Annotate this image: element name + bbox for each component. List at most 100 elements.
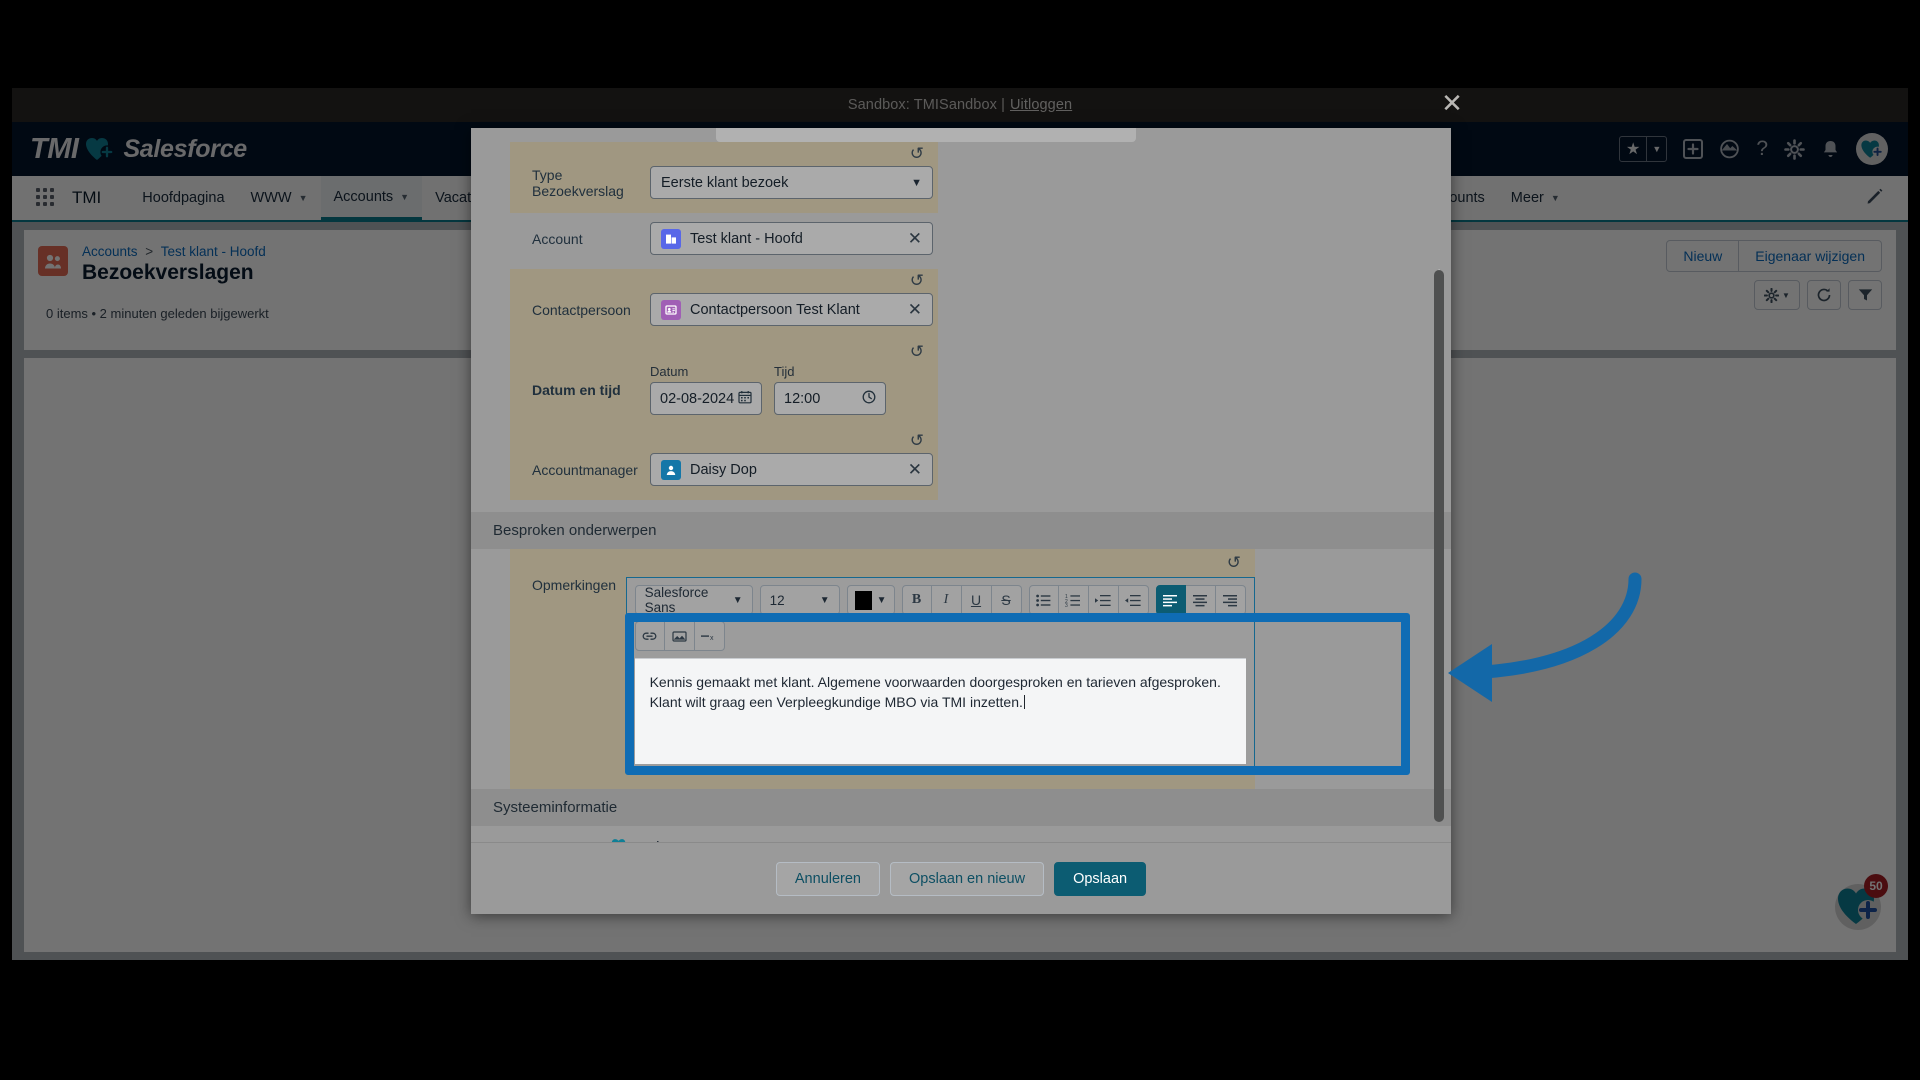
- setup-gear-icon[interactable]: [1784, 138, 1805, 160]
- contactpersoon-lookup[interactable]: Contactpersoon Test Klant ✕: [650, 293, 933, 326]
- nav-item-meer[interactable]: Meer ▼: [1498, 176, 1573, 220]
- svg-text:x: x: [710, 635, 714, 642]
- tmi-chat-widget[interactable]: 50: [1830, 874, 1888, 934]
- undo-icon[interactable]: ↺: [910, 271, 924, 291]
- date-field: Datum 02-08-2024: [650, 364, 762, 415]
- nav-item-www[interactable]: WWW ▼: [238, 176, 321, 220]
- font-size-select[interactable]: 12 ▼: [759, 585, 840, 615]
- eigenaar-wijzigen-button[interactable]: Eigenaar wijzigen: [1739, 240, 1882, 272]
- bulleted-list-icon[interactable]: [1028, 585, 1059, 615]
- clear-icon[interactable]: ✕: [908, 460, 922, 480]
- section-label: Besproken onderwerpen: [493, 522, 657, 539]
- text-color-picker[interactable]: ▼: [846, 585, 895, 615]
- breadcrumb-parent-link[interactable]: Accounts: [82, 244, 138, 259]
- nav-item-hoofdpagina[interactable]: Hoofdpagina: [129, 176, 237, 220]
- app-launcher-icon[interactable]: [36, 188, 56, 208]
- undo-icon[interactable]: ↺: [910, 144, 924, 164]
- nav-item-label: Hoofdpagina: [142, 190, 225, 206]
- nav-item-accounts[interactable]: Accounts ▼: [320, 176, 423, 220]
- clock-icon[interactable]: [862, 390, 876, 408]
- text-cursor: [1023, 695, 1025, 709]
- opslaan-button[interactable]: Opslaan: [1054, 861, 1147, 896]
- breadcrumb-current-link[interactable]: Test klant - Hoofd: [161, 244, 266, 259]
- current-app-name[interactable]: TMI: [72, 188, 101, 208]
- insert-link-icon[interactable]: [634, 621, 665, 651]
- modal-scrollbar-thumb[interactable]: [1434, 270, 1444, 822]
- opslaan-en-nieuw-button[interactable]: Opslaan en nieuw: [890, 861, 1045, 896]
- remove-formatting-icon[interactable]: x: [694, 621, 725, 651]
- refresh-icon[interactable]: [1807, 280, 1841, 310]
- nav-item-label: Accounts: [333, 188, 394, 205]
- nieuw-button[interactable]: Nieuw: [1666, 240, 1740, 272]
- field-label: Contactpersoon: [532, 301, 631, 318]
- close-icon[interactable]: ✕: [1438, 90, 1466, 118]
- date-input[interactable]: 02-08-2024: [650, 382, 762, 415]
- favorites-control[interactable]: ★ ▼: [1619, 136, 1668, 162]
- clear-icon[interactable]: ✕: [908, 229, 922, 249]
- annuleren-button[interactable]: Annuleren: [775, 861, 880, 896]
- align-center-icon[interactable]: [1185, 585, 1216, 615]
- list-indent-group: 123: [1028, 585, 1149, 615]
- field-row: Type Bezoekverslag Eerste klant bezoek ▼: [510, 166, 938, 213]
- contact-record-icon: [661, 299, 681, 320]
- modal-header-partial: [716, 128, 1136, 142]
- pencil-icon[interactable]: [1866, 187, 1884, 209]
- undo-row: ↺: [510, 340, 938, 364]
- global-header-actions: ★ ▼ ?: [1619, 133, 1888, 165]
- svg-text:3: 3: [1065, 603, 1068, 607]
- brand-logo[interactable]: TMI Salesforce: [30, 133, 247, 166]
- text-style-group: B I U S: [901, 585, 1022, 615]
- date-caption: Datum: [650, 364, 689, 379]
- record-actions: Nieuw Eigenaar wijzigen: [1666, 240, 1882, 272]
- undo-icon[interactable]: ↺: [1227, 553, 1241, 573]
- notifications-bell-icon[interactable]: [1821, 139, 1840, 159]
- brand-tmi-text: TMI: [30, 132, 79, 165]
- bold-icon[interactable]: B: [901, 585, 932, 615]
- undo-icon[interactable]: ↺: [910, 431, 924, 451]
- page-title: Bezoekverslagen: [82, 261, 254, 284]
- align-right-icon[interactable]: [1215, 585, 1246, 615]
- field-value: Test klant - Hoofd: [690, 230, 803, 247]
- align-left-icon[interactable]: [1155, 585, 1186, 615]
- add-icon[interactable]: [1683, 139, 1704, 159]
- filter-icon[interactable]: [1848, 280, 1882, 310]
- modal-footer: Annuleren Opslaan en nieuw Opslaan: [471, 842, 1451, 914]
- strikethrough-icon[interactable]: S: [991, 585, 1022, 615]
- indent-icon[interactable]: [1088, 585, 1119, 615]
- rich-text-line: Kennis gemaakt met klant. Algemene voorw…: [649, 674, 1221, 690]
- rich-text-body[interactable]: Kennis gemaakt met klant. Algemene voorw…: [634, 658, 1246, 764]
- numbered-list-icon[interactable]: 123: [1058, 585, 1089, 615]
- undo-icon[interactable]: ↺: [910, 342, 924, 362]
- italic-icon[interactable]: I: [931, 585, 962, 615]
- account-record-icon: [661, 228, 681, 249]
- time-caption: Tijd: [774, 364, 795, 379]
- insert-image-icon[interactable]: [664, 621, 695, 651]
- clear-icon[interactable]: ✕: [908, 300, 922, 320]
- favorites-star-icon[interactable]: ★: [1620, 139, 1646, 159]
- list-settings-gear-icon[interactable]: ▼: [1754, 280, 1800, 310]
- favorites-caret-icon[interactable]: ▼: [1647, 144, 1666, 154]
- time-input[interactable]: 12:00: [774, 382, 886, 415]
- rich-text-editor[interactable]: Salesforce Sans ▼ 12 ▼ ▼ B I U S 1 2 3 x…: [625, 577, 1255, 773]
- logout-link[interactable]: Uitloggen: [1010, 97, 1072, 113]
- type-bezoekverslag-picklist[interactable]: Eerste klant bezoek ▼: [650, 166, 933, 199]
- section-label: Systeeminformatie: [493, 799, 618, 816]
- accountmanager-lookup[interactable]: Daisy Dop ✕: [650, 453, 933, 486]
- underline-icon[interactable]: U: [961, 585, 992, 615]
- font-family-select[interactable]: Salesforce Sans ▼: [634, 585, 753, 615]
- field-label: Type Bezoekverslag: [532, 166, 624, 199]
- account-lookup[interactable]: Test klant - Hoofd ✕: [650, 222, 933, 255]
- datetime-inputs: Datum 02-08-2024 Tijd 12:00: [650, 364, 886, 415]
- user-avatar[interactable]: [1856, 133, 1888, 165]
- chevron-down-icon: ▼: [400, 191, 410, 202]
- calendar-icon[interactable]: [738, 390, 752, 408]
- help-icon[interactable]: ?: [1756, 137, 1768, 161]
- new-bezoekverslag-modal: ↺ Type Bezoekverslag Eerste klant bezoek…: [471, 128, 1451, 914]
- outdent-icon[interactable]: [1118, 585, 1149, 615]
- section-systeeminformatie: Systeeminformatie: [471, 789, 1451, 826]
- knowledge-icon[interactable]: [1719, 139, 1740, 159]
- chat-unread-badge: 50: [1864, 874, 1888, 898]
- modal-scroll-region[interactable]: ↺ Type Bezoekverslag Eerste klant bezoek…: [471, 128, 1451, 842]
- field-row: Datum en tijd Datum 02-08-2024 Tijd 12:0…: [510, 364, 938, 429]
- undo-row: ↺: [510, 142, 938, 166]
